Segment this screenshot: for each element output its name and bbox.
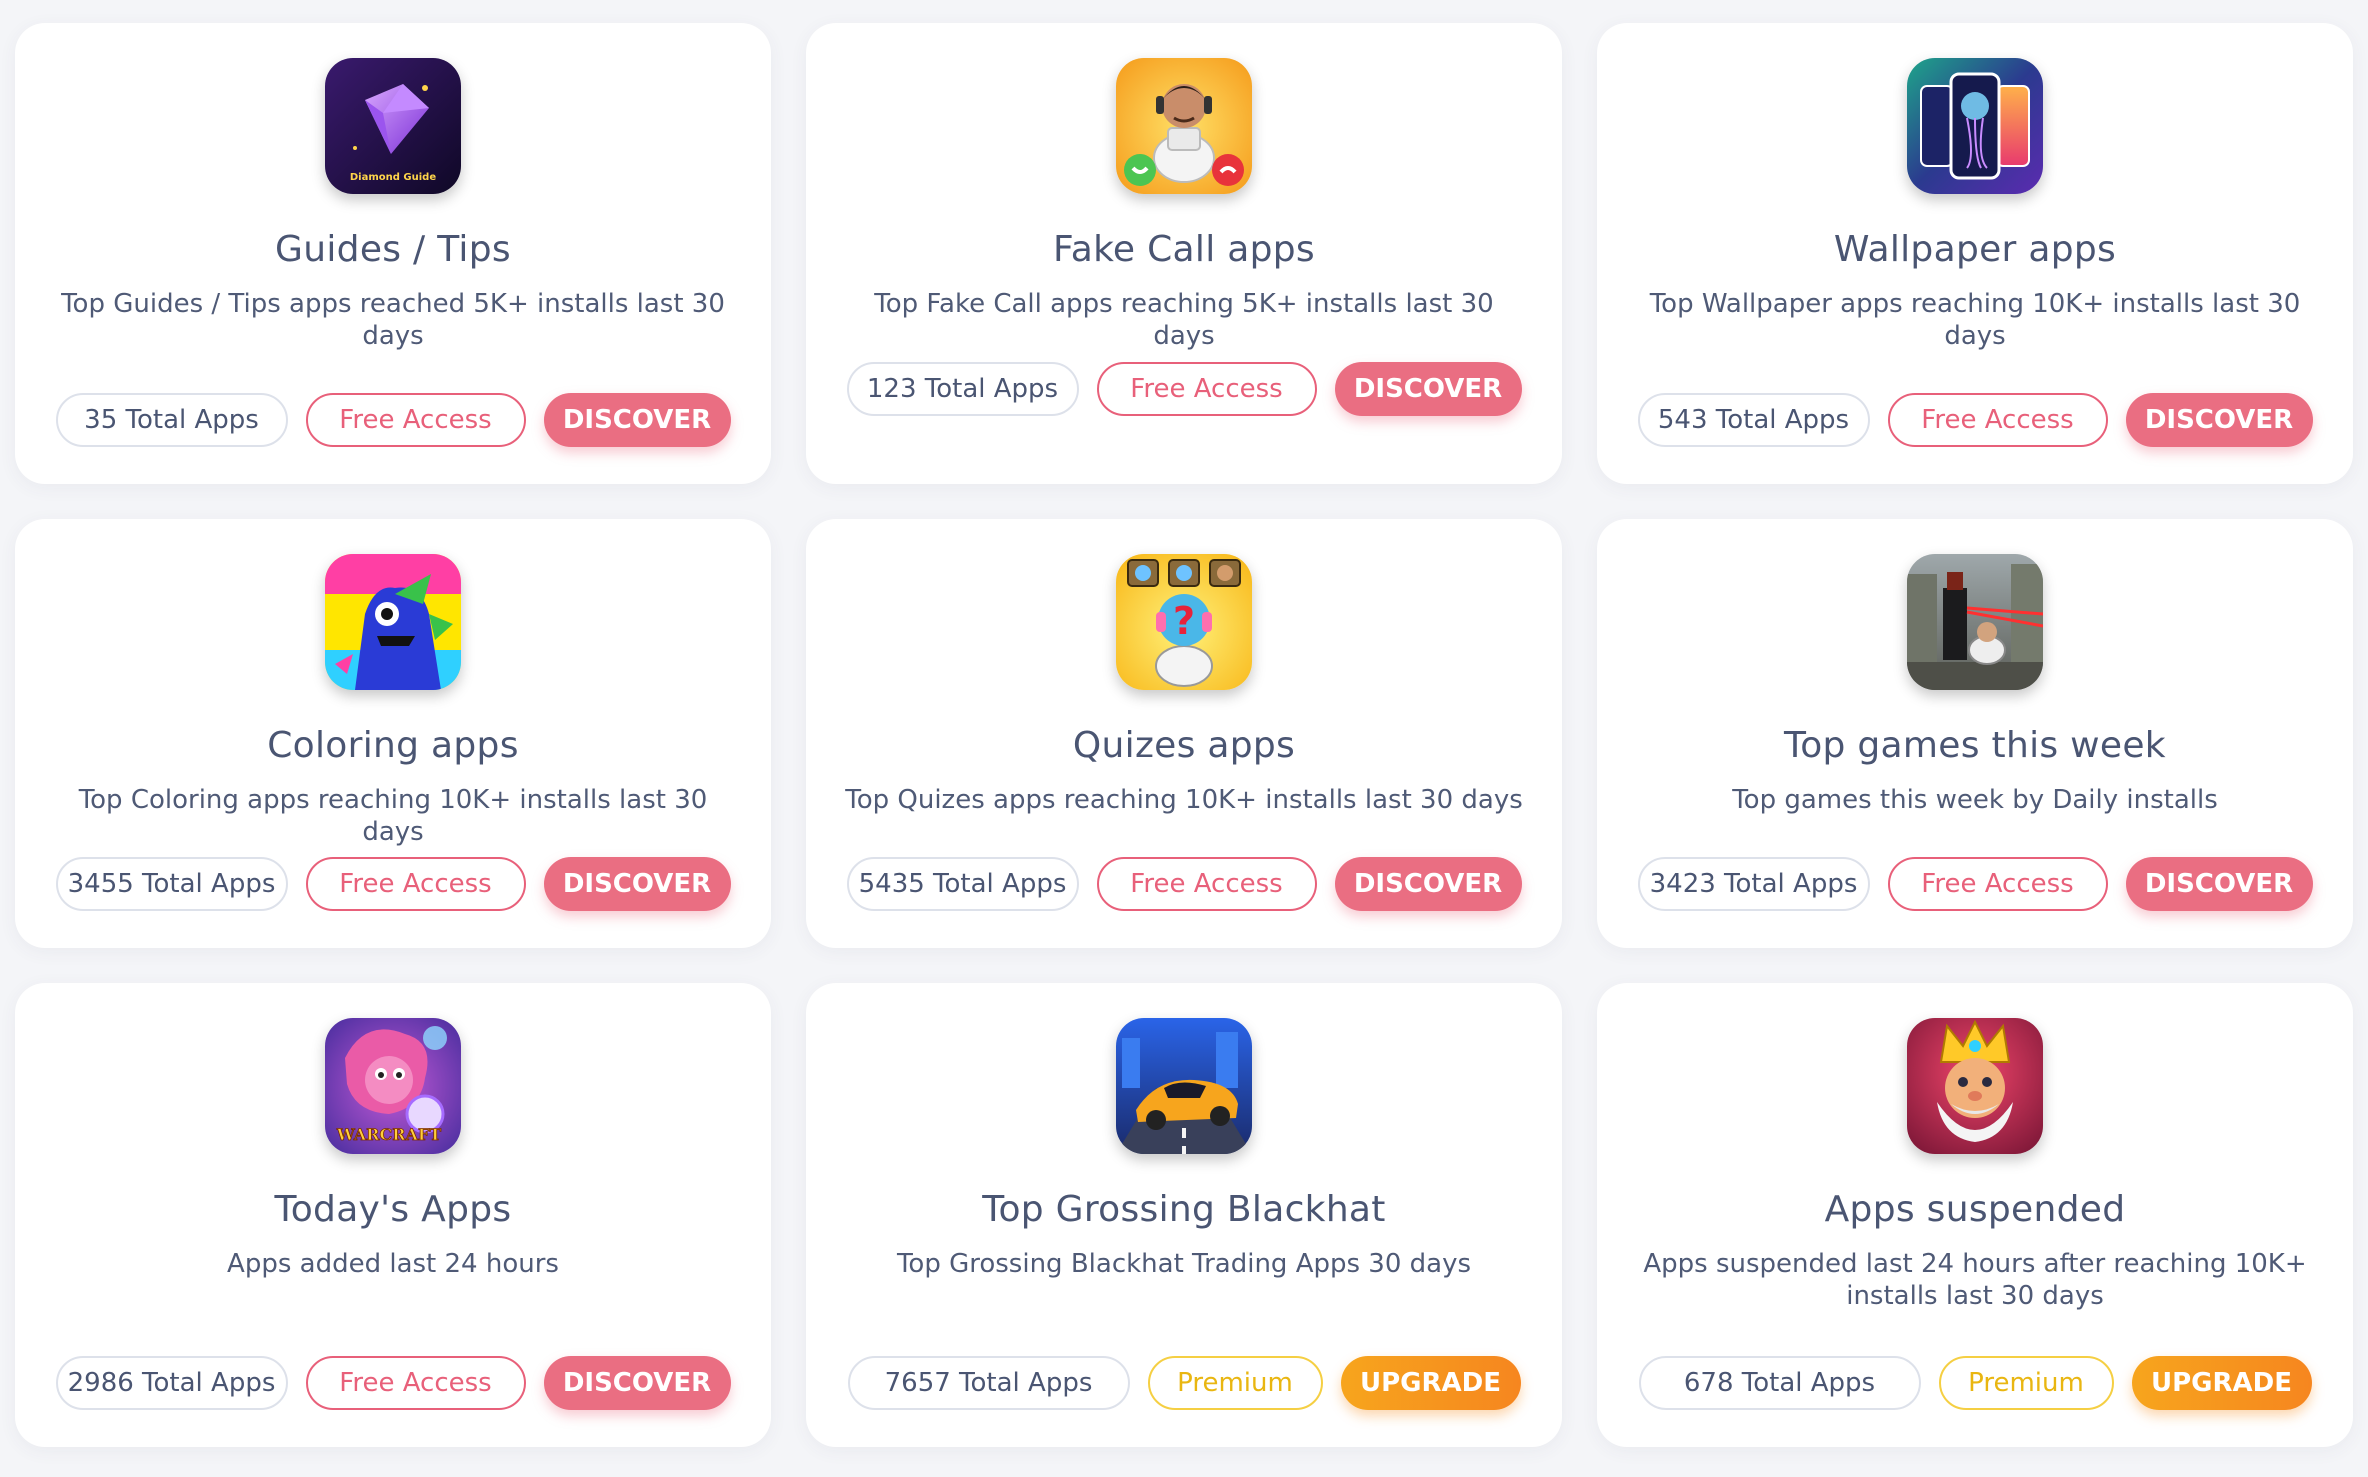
card-title: Today's Apps: [274, 1189, 512, 1230]
free-access-button[interactable]: Free Access: [1887, 857, 2108, 911]
card-actions: 2986 Total Apps Free Access DISCOVER: [15, 1356, 771, 1410]
card-title: Fake Call apps: [1053, 229, 1315, 270]
card-description: Top Grossing Blackhat Trading Apps 30 da…: [896, 1249, 1472, 1279]
card-description: Top Wallpaper apps reaching 10K+ install…: [1649, 289, 2301, 351]
category-card-guides-tips: Diamond Guide Guides / Tips Top Guides /…: [15, 23, 771, 484]
discover-button[interactable]: DISCOVER: [2125, 393, 2313, 447]
free-access-button[interactable]: Free Access: [305, 393, 526, 447]
diamond-guide-icon: Diamond Guide: [325, 58, 461, 194]
card-description: Apps suspended last 24 hours after reach…: [1643, 1249, 2307, 1311]
discover-button[interactable]: DISCOVER: [2125, 857, 2313, 911]
card-description: Top Fake Call apps reaching 5K+ installs…: [874, 289, 1494, 351]
card-description: Top games this week by Daily installs: [1732, 785, 2218, 815]
discover-button[interactable]: DISCOVER: [1334, 857, 1522, 911]
king-icon: [1907, 1018, 2043, 1154]
free-access-button[interactable]: Free Access: [305, 1356, 526, 1410]
category-grid: Diamond Guide Guides / Tips Top Guides /…: [15, 23, 2353, 1447]
discover-button[interactable]: DISCOVER: [1334, 362, 1522, 416]
free-access-button[interactable]: Free Access: [1096, 362, 1317, 416]
coloring-monster-icon: [325, 554, 461, 690]
wallpaper-icon: [1907, 58, 2043, 194]
card-description: Apps added last 24 hours: [227, 1249, 559, 1279]
card-actions: 35 Total Apps Free Access DISCOVER: [15, 393, 771, 447]
upgrade-button[interactable]: UPGRADE: [2131, 1356, 2312, 1410]
total-apps-badge: 543 Total Apps: [1637, 393, 1870, 447]
category-card-wallpaper: Wallpaper apps Top Wallpaper apps reachi…: [1597, 23, 2353, 484]
upgrade-button[interactable]: UPGRADE: [1340, 1356, 1521, 1410]
card-title: Top games this week: [1784, 725, 2166, 766]
card-title: Wallpaper apps: [1833, 229, 2117, 270]
premium-badge[interactable]: Premium: [1147, 1356, 1323, 1410]
card-description: Top Guides / Tips apps reached 5K+ insta…: [61, 289, 725, 351]
premium-badge[interactable]: Premium: [1938, 1356, 2114, 1410]
category-card-top-grossing-blackhat: Top Grossing Blackhat Top Grossing Black…: [806, 983, 1562, 1447]
total-apps-badge: 2986 Total Apps: [55, 1356, 288, 1410]
game-city-icon: [1907, 554, 2043, 690]
card-actions: 3455 Total Apps Free Access DISCOVER: [15, 857, 771, 911]
category-card-top-games: Top games this week Top games this week …: [1597, 519, 2353, 948]
total-apps-badge: 7657 Total Apps: [847, 1356, 1130, 1410]
icon-text: WARCRAFT: [336, 1125, 441, 1144]
category-card-apps-suspended: Apps suspended Apps suspended last 24 ho…: [1597, 983, 2353, 1447]
category-card-quizes: ? Quizes apps Top Quizes apps reaching 1…: [806, 519, 1562, 948]
card-title: Top Grossing Blackhat: [982, 1189, 1386, 1230]
total-apps-badge: 123 Total Apps: [846, 362, 1079, 416]
card-description: Top Quizes apps reaching 10K+ installs l…: [845, 785, 1523, 815]
card-actions: 678 Total Apps Premium UPGRADE: [1597, 1356, 2353, 1410]
card-actions: 543 Total Apps Free Access DISCOVER: [1597, 393, 2353, 447]
card-title: Guides / Tips: [275, 229, 511, 270]
total-apps-badge: 3423 Total Apps: [1637, 857, 1870, 911]
category-card-fake-call: Fake Call apps Top Fake Call apps reachi…: [806, 23, 1562, 484]
quiz-toilet-icon: ?: [1116, 554, 1252, 690]
discover-button[interactable]: DISCOVER: [543, 857, 731, 911]
total-apps-badge: 5435 Total Apps: [846, 857, 1079, 911]
card-actions: 3423 Total Apps Free Access DISCOVER: [1597, 857, 2353, 911]
card-title: Apps suspended: [1824, 1189, 2126, 1230]
discover-button[interactable]: DISCOVER: [543, 393, 731, 447]
fake-call-icon: [1116, 58, 1252, 194]
total-apps-badge: 3455 Total Apps: [55, 857, 288, 911]
card-title: Coloring apps: [267, 725, 519, 766]
category-card-coloring: Coloring apps Top Coloring apps reaching…: [15, 519, 771, 948]
card-actions: 5435 Total Apps Free Access DISCOVER: [806, 857, 1562, 911]
racing-car-icon: [1116, 1018, 1252, 1154]
card-title: Quizes apps: [1072, 725, 1296, 766]
free-access-button[interactable]: Free Access: [1096, 857, 1317, 911]
card-actions: 7657 Total Apps Premium UPGRADE: [806, 1356, 1562, 1410]
category-card-todays-apps: WARCRAFT Today's Apps Apps added last 24…: [15, 983, 771, 1447]
free-access-button[interactable]: Free Access: [1887, 393, 2108, 447]
free-access-button[interactable]: Free Access: [305, 857, 526, 911]
warcraft-icon: WARCRAFT: [325, 1018, 461, 1154]
total-apps-badge: 678 Total Apps: [1638, 1356, 1921, 1410]
card-description: Top Coloring apps reaching 10K+ installs…: [78, 785, 708, 847]
icon-text: Diamond Guide: [350, 172, 436, 183]
total-apps-badge: 35 Total Apps: [55, 393, 288, 447]
svg-text:?: ?: [1173, 599, 1195, 643]
discover-button[interactable]: DISCOVER: [543, 1356, 731, 1410]
card-actions: 123 Total Apps Free Access DISCOVER: [806, 362, 1562, 416]
